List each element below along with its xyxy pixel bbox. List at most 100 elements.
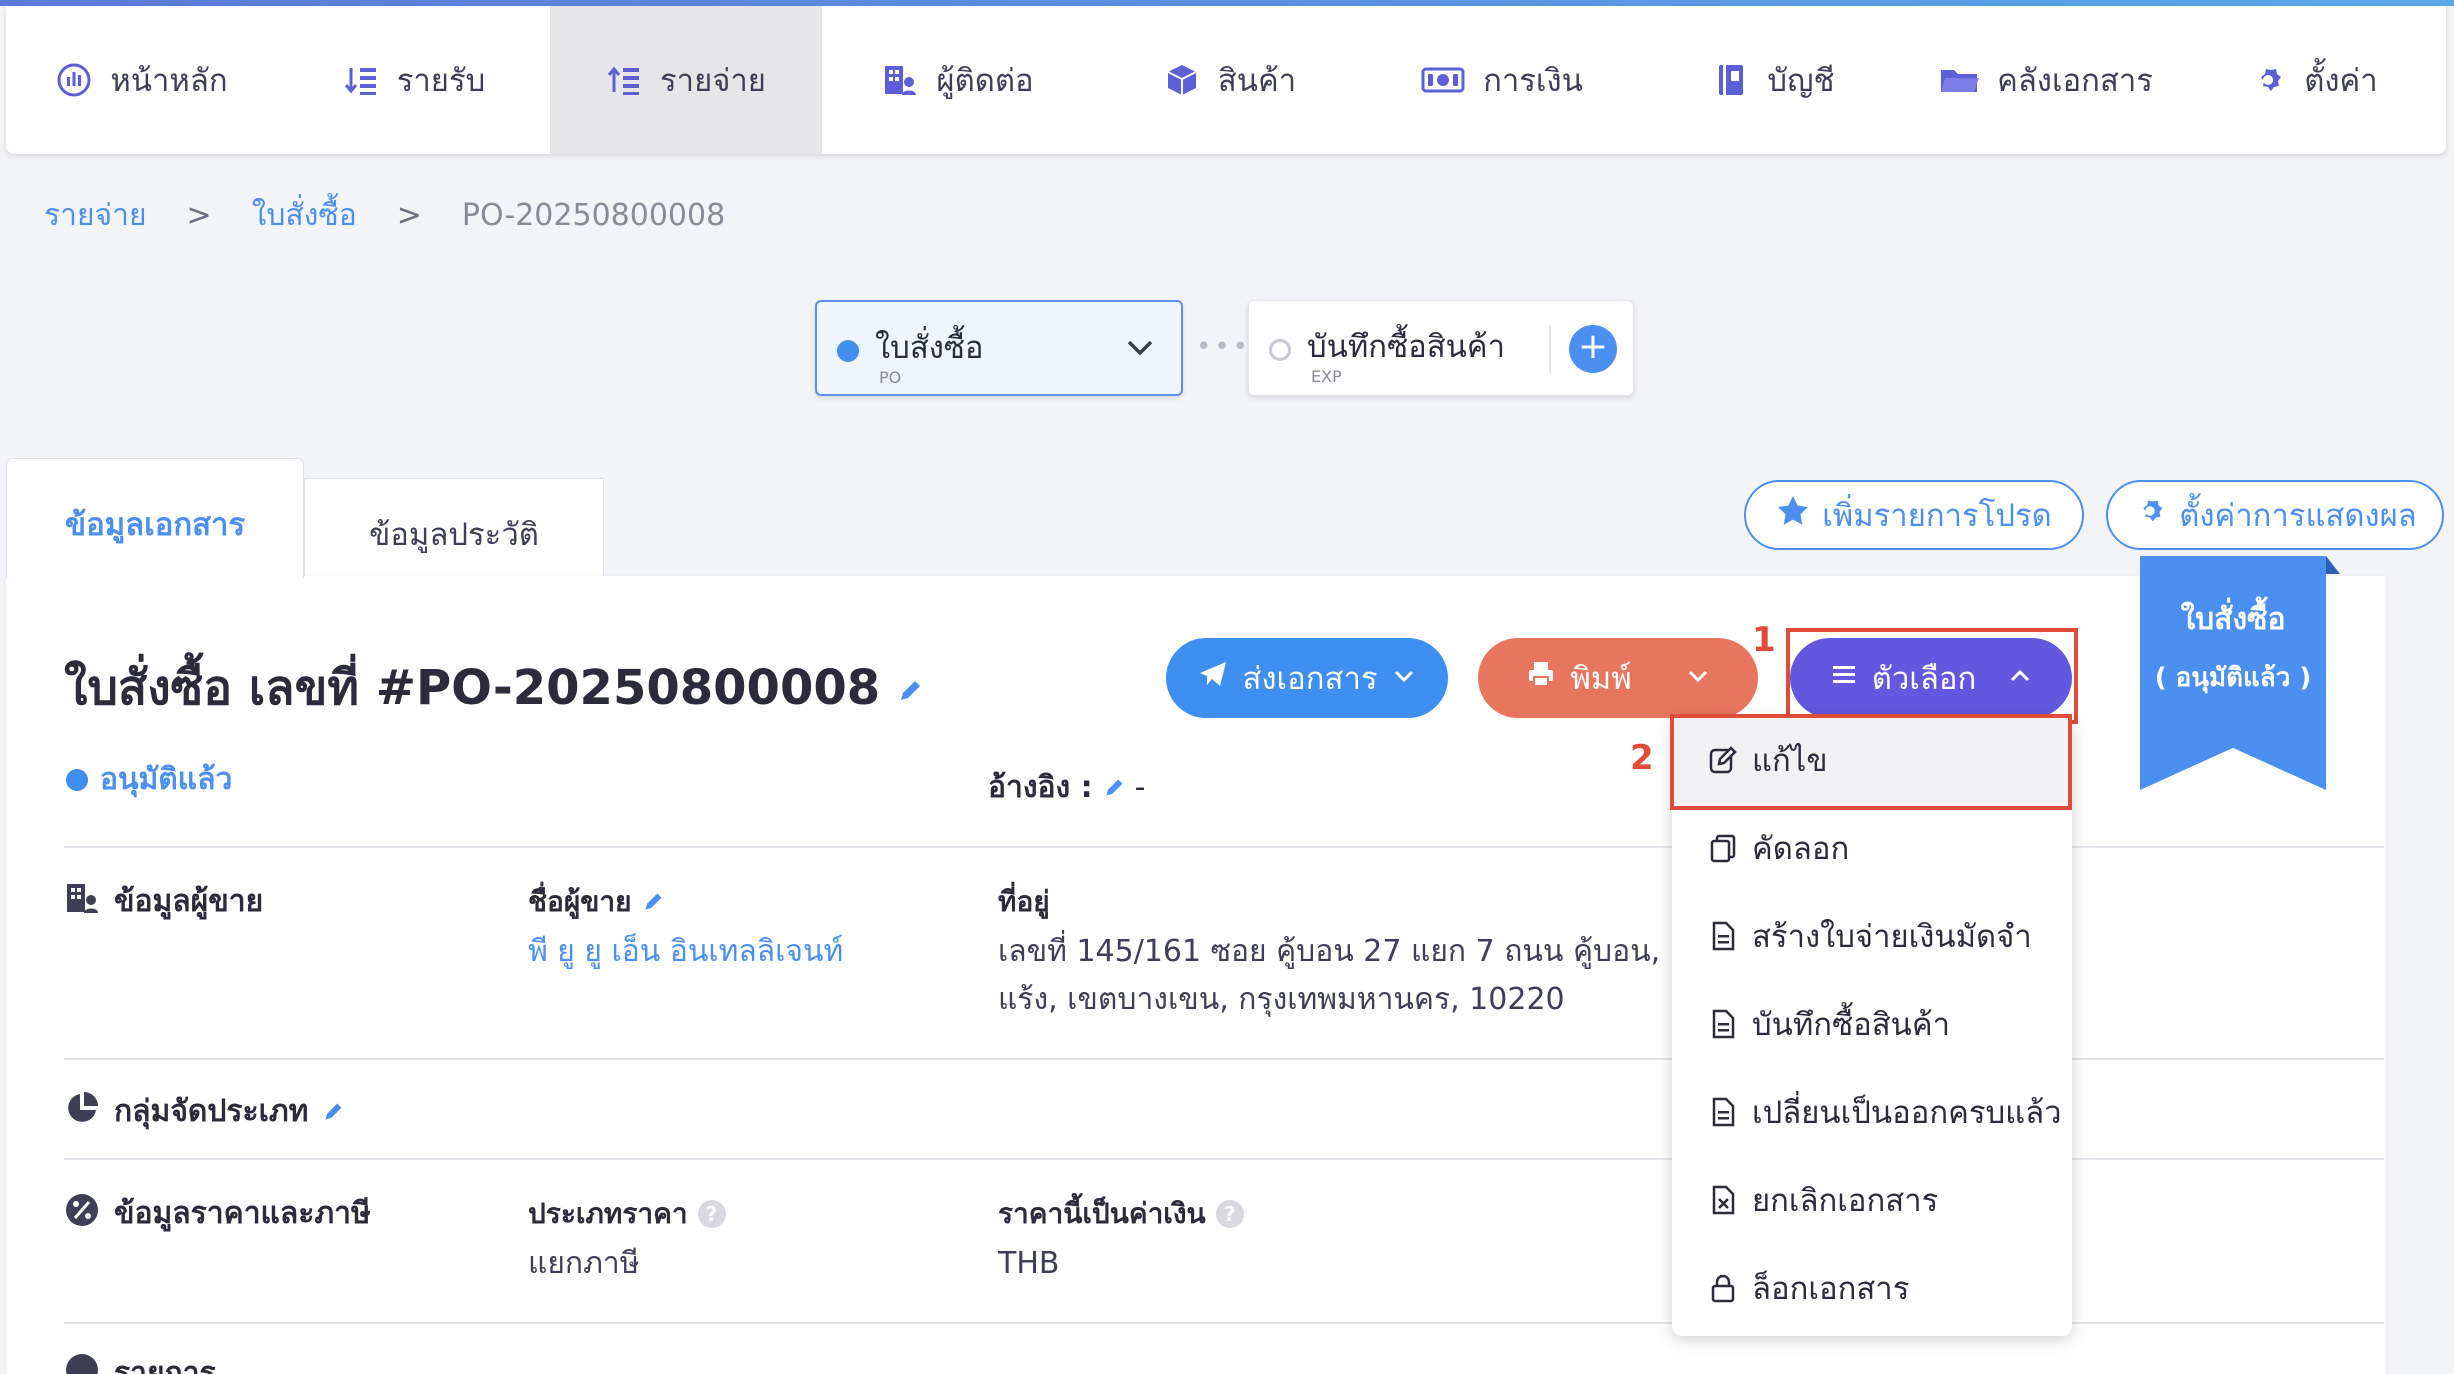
chevron-down-icon[interactable]	[1686, 660, 1710, 696]
nav-item-finance[interactable]: การเงิน	[1366, 6, 1638, 154]
seller-section-heading: ข้อมูลผู้ขาย	[64, 878, 263, 925]
menu-item-label: คัดลอก	[1752, 831, 1850, 867]
pricing-section-title: ข้อมูลราคาและภาษี	[114, 1196, 371, 1231]
document-icon	[1708, 1009, 1738, 1039]
currency-label-group: ราคานี้เป็นค่าเงิน ?	[998, 1192, 1244, 1236]
display-settings-button[interactable]: ตั้งค่าการแสดงผล	[2106, 480, 2444, 550]
highlight-step-2	[1670, 714, 2072, 810]
edit-pencil-icon[interactable]	[897, 678, 923, 704]
send-document-button[interactable]: ส่งเอกสาร	[1166, 638, 1448, 718]
currency-label: ราคานี้เป็นค่าเงิน	[998, 1197, 1206, 1230]
nav-item-expense[interactable]: รายจ่าย	[550, 6, 822, 154]
chevron-down-icon	[1392, 660, 1416, 696]
step-1-number: 1	[1752, 620, 1776, 660]
nav-label: ผู้ติดต่อ	[936, 63, 1034, 99]
print-button[interactable]: พิมพ์	[1478, 638, 1758, 718]
nav-item-contacts[interactable]: ผู้ติดต่อ	[822, 6, 1094, 154]
paper-plane-icon	[1198, 659, 1228, 697]
menu-item-label: ยกเลิกเอกสาร	[1752, 1183, 1939, 1219]
nav-label: บัญชี	[1767, 63, 1835, 99]
tab-document-info[interactable]: ข้อมูลเอกสาร	[6, 458, 304, 578]
document-icon	[1708, 921, 1738, 951]
star-icon	[1776, 494, 1810, 536]
breadcrumb-separator: >	[186, 198, 212, 233]
seller-section-title: ข้อมูลผู้ขาย	[114, 884, 264, 919]
document-icon	[1708, 1097, 1738, 1127]
add-favorite-label: เพิ่มรายการโปรด	[1822, 498, 2052, 534]
menu-item-record-purchase[interactable]: บันทึกซื้อสินค้า	[1672, 980, 2072, 1068]
copy-icon	[1708, 833, 1738, 863]
print-label: พิมพ์	[1570, 661, 1632, 697]
flow-exp-code: EXP	[1311, 367, 1342, 386]
price-type-label-group: ประเภทราคา ?	[528, 1192, 726, 1236]
edit-pencil-icon[interactable]	[642, 891, 664, 913]
classification-section-heading: กลุ่มจัดประเภท	[64, 1088, 344, 1135]
price-type-value: แยกภาษี	[528, 1246, 640, 1281]
ribbon-status: ( อนุมัติแล้ว )	[2154, 663, 2312, 693]
breadcrumb-current: PO-20250800008	[461, 198, 726, 233]
menu-item-label: บันทึกซื้อสินค้า	[1752, 1007, 1950, 1043]
flow-divider	[1549, 325, 1551, 373]
address-label: ที่อยู่	[998, 885, 1050, 918]
nav-item-settings[interactable]: ตั้งค่า	[2182, 6, 2446, 154]
nav-label: สินค้า	[1217, 63, 1297, 99]
list-icon	[64, 1352, 100, 1374]
highlight-step-1	[1786, 628, 2078, 724]
add-flow-button[interactable]: +	[1569, 325, 1617, 373]
nav-label: คลังเอกสาร	[1997, 63, 2153, 99]
help-icon[interactable]: ?	[697, 1200, 726, 1228]
flow-po-title: ใบสั่งซื้อ	[875, 330, 984, 366]
add-favorite-button[interactable]: เพิ่มรายการโปรด	[1744, 480, 2084, 550]
status-dot	[66, 768, 88, 791]
nav-label: หน้าหลัก	[110, 63, 228, 99]
menu-item-label: สร้างใบจ่ายเงินมัดจำ	[1752, 919, 2032, 955]
nav-item-products[interactable]: สินค้า	[1094, 6, 1366, 154]
pricing-section-heading: ข้อมูลราคาและภาษี	[64, 1190, 371, 1237]
menu-item-label: เปลี่ยนเป็นออกครบแล้ว	[1752, 1095, 2062, 1131]
price-type-label: ประเภทราคา	[528, 1197, 688, 1230]
classification-section-title: กลุ่มจัดประเภท	[114, 1094, 309, 1129]
items-section-heading: รายการ	[64, 1350, 216, 1374]
breadcrumb-separator: >	[396, 198, 422, 233]
flow-step-po[interactable]: ใบสั่งซื้อ PO	[815, 300, 1183, 396]
help-icon[interactable]: ?	[1215, 1200, 1244, 1228]
flow-exp-title: บันทึกซื้อสินค้า	[1307, 329, 1505, 365]
menu-item-mark-complete[interactable]: เปลี่ยนเป็นออกครบแล้ว	[1672, 1068, 2072, 1156]
seller-name-label: ชื่อผู้ขาย	[528, 885, 632, 918]
printer-icon	[1526, 659, 1556, 697]
address-line-1: เลขที่ 145/161 ซอย คู้บอน 27 แยก 7 ถนน ค…	[998, 934, 1727, 969]
flow-step-exp[interactable]: บันทึกซื้อสินค้า EXP +	[1248, 300, 1634, 396]
seller-name-link[interactable]: พี ยู ยู เอ็น อินเทลลิเจนท์	[528, 928, 843, 976]
send-document-label: ส่งเอกสาร	[1242, 661, 1378, 697]
dashboard-icon	[56, 62, 92, 98]
menu-item-label: ล็อกเอกสาร	[1752, 1271, 1910, 1307]
percent-badge-icon	[64, 1192, 100, 1236]
edit-pencil-icon[interactable]	[322, 1101, 344, 1123]
folder-icon	[1939, 62, 1980, 98]
menu-item-copy[interactable]: คัดลอก	[1672, 804, 2072, 892]
cancel-document-icon	[1708, 1185, 1738, 1215]
address-line-2: แร้ง, เขตบางเขน, กรุงเทพมหานคร, 10220	[998, 982, 1565, 1017]
nav-item-home[interactable]: หน้าหลัก	[6, 6, 278, 154]
menu-item-create-deposit[interactable]: สร้างใบจ่ายเงินมัดจำ	[1672, 892, 2072, 980]
document-title: ใบสั่งซื้อ เลขที่ #PO-20250800008	[64, 660, 881, 716]
nav-label: ตั้งค่า	[2304, 63, 2378, 99]
expense-sort-icon	[606, 62, 642, 98]
chevron-down-icon[interactable]	[1123, 330, 1157, 368]
nav-item-documents[interactable]: คลังเอกสาร	[1910, 6, 2182, 154]
display-settings-label: ตั้งค่าการแสดงผล	[2179, 498, 2417, 534]
edit-pencil-icon[interactable]	[1103, 777, 1125, 799]
menu-item-lock-document[interactable]: ล็อกเอกสาร	[1672, 1244, 2072, 1332]
breadcrumb-po-link[interactable]: ใบสั่งซื้อ	[252, 192, 357, 239]
status-badge: อนุมัติแล้ว	[66, 756, 232, 803]
reference-value: -	[1134, 770, 1146, 805]
flow-status-dot	[837, 340, 859, 362]
nav-item-accounting[interactable]: บัญชี	[1638, 6, 1910, 154]
breadcrumb-expense-link[interactable]: รายจ่าย	[44, 192, 147, 239]
nav-item-income[interactable]: รายรับ	[278, 6, 550, 154]
tab-history[interactable]: ข้อมูลประวัติ	[304, 478, 604, 578]
menu-item-cancel-document[interactable]: ยกเลิกเอกสาร	[1672, 1156, 2072, 1244]
page-title: ใบสั่งซื้อ เลขที่ #PO-20250800008	[64, 650, 923, 726]
nav-label: การเงิน	[1483, 63, 1583, 99]
status-label: อนุมัติแล้ว	[100, 762, 233, 797]
